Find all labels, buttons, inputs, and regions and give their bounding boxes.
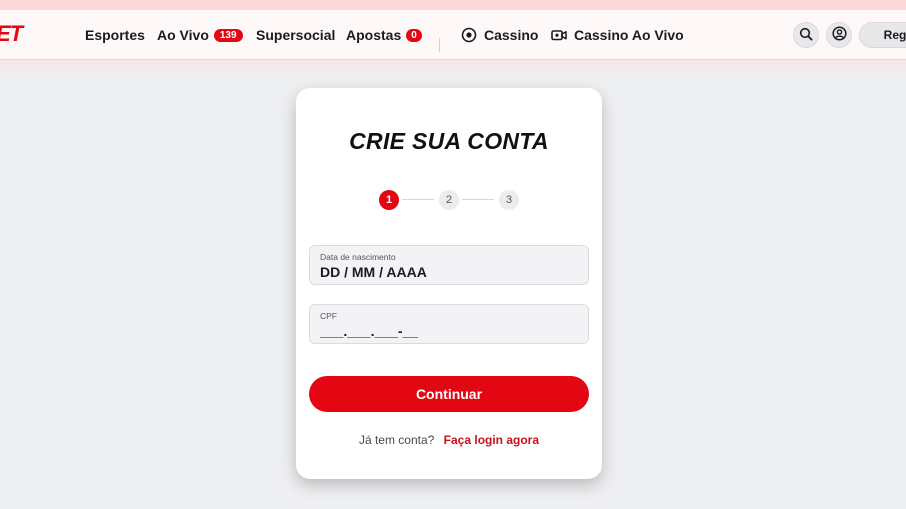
step-1-indicator: 1 xyxy=(379,190,399,210)
casino-chip-icon xyxy=(461,27,477,43)
live-camera-icon xyxy=(551,27,567,43)
account-button[interactable] xyxy=(826,22,852,48)
search-button[interactable] xyxy=(793,22,819,48)
register-button[interactable]: Registrar xyxy=(859,22,906,48)
signup-card: CRIE SUA CONTA 1 2 3 Data de nascimento … xyxy=(296,88,602,479)
step-2-indicator: 2 xyxy=(439,190,459,210)
nav-divider xyxy=(439,38,440,52)
cpf-input[interactable] xyxy=(320,323,575,339)
nav-cassino-label: Cassino xyxy=(484,27,539,43)
continue-button[interactable]: Continuar xyxy=(309,376,589,412)
brand-logo[interactable]: ET xyxy=(0,21,23,47)
nav-ao-vivo-label: Ao Vivo xyxy=(157,27,209,43)
nav-esportes[interactable]: Esportes xyxy=(85,27,145,43)
bets-count-badge: 0 xyxy=(406,28,422,42)
cpf-label: CPF xyxy=(320,311,337,321)
cpf-field[interactable]: CPF xyxy=(309,304,589,344)
nav-supersocial-label: Supersocial xyxy=(256,27,336,43)
birthdate-input[interactable] xyxy=(320,264,575,280)
live-count-badge: 139 xyxy=(213,28,243,42)
nav-cassino-ao-vivo[interactable]: Cassino Ao Vivo xyxy=(551,27,684,43)
step-connector xyxy=(462,199,494,200)
promo-strip xyxy=(0,0,906,10)
step-connector xyxy=(402,199,434,200)
nav-supersocial[interactable]: Supersocial xyxy=(256,27,335,43)
navbar-shadow xyxy=(0,60,906,78)
user-icon xyxy=(831,26,847,44)
nav-esportes-label: Esportes xyxy=(85,27,145,43)
top-navbar: ET Esportes Ao Vivo 139 Supersocial Apos… xyxy=(0,10,906,60)
nav-apostas-label: Apostas xyxy=(346,27,402,43)
birthdate-label: Data de nascimento xyxy=(320,252,396,262)
nav-ao-vivo[interactable]: Ao Vivo 139 xyxy=(157,27,243,43)
nav-apostas[interactable]: Apostas 0 xyxy=(346,27,422,43)
nav-cassino-ao-vivo-label: Cassino Ao Vivo xyxy=(574,27,684,43)
login-prompt: Já tem conta? Faça login agora xyxy=(296,433,602,447)
page-title: CRIE SUA CONTA xyxy=(349,128,549,154)
login-question: Já tem conta? xyxy=(358,433,435,447)
nav-cassino[interactable]: Cassino xyxy=(461,27,538,43)
login-link[interactable]: Faça login agora xyxy=(444,433,539,447)
search-icon xyxy=(799,27,813,44)
step-3-indicator: 3 xyxy=(499,190,519,210)
birthdate-field[interactable]: Data de nascimento xyxy=(309,245,589,285)
